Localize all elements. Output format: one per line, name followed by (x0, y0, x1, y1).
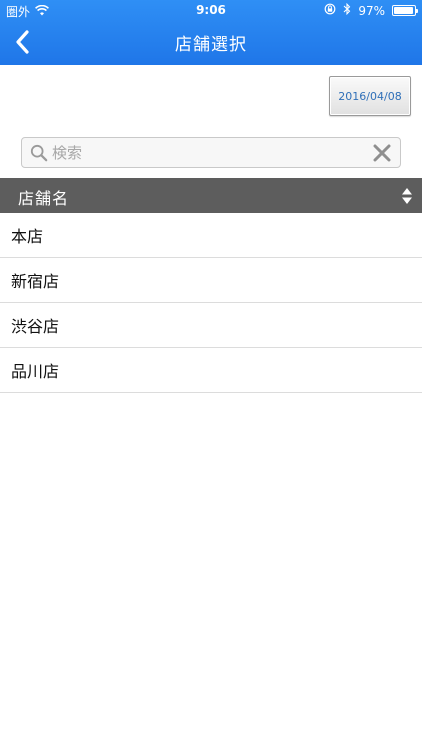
store-select-screen: 圏外 9:06 97% 店舗選択 2016/04/08 検索 店舗名 本店 新宿… (0, 0, 422, 750)
status-right: 97% (324, 2, 418, 18)
status-bar: 圏外 9:06 97% (0, 0, 422, 20)
battery-percent: 97% (358, 3, 385, 18)
list-item[interactable]: 品川店 (0, 348, 422, 393)
battery-icon (392, 5, 418, 16)
store-list: 本店 新宿店 渋谷店 品川店 (0, 213, 422, 393)
page-title: 店舗選択 (175, 35, 247, 55)
rotation-lock-icon (324, 3, 336, 18)
list-item[interactable]: 本店 (0, 213, 422, 258)
sort-icon[interactable] (401, 187, 413, 205)
list-header-label: 店舗名 (18, 189, 70, 208)
battery-fill (394, 7, 414, 14)
date-button[interactable]: 2016/04/08 (329, 76, 411, 116)
app-header: 圏外 9:06 97% 店舗選択 (0, 0, 422, 65)
clear-icon[interactable] (372, 143, 392, 163)
search-icon (30, 144, 48, 162)
list-item[interactable]: 新宿店 (0, 258, 422, 303)
list-header: 店舗名 (0, 178, 422, 213)
list-item[interactable]: 渋谷店 (0, 303, 422, 348)
back-button[interactable] (4, 24, 40, 60)
chevron-left-icon (16, 30, 29, 54)
nav-bar: 店舗選択 (0, 20, 422, 64)
search-bar[interactable] (21, 137, 401, 168)
search-input[interactable] (52, 140, 352, 165)
bluetooth-icon (343, 2, 351, 18)
